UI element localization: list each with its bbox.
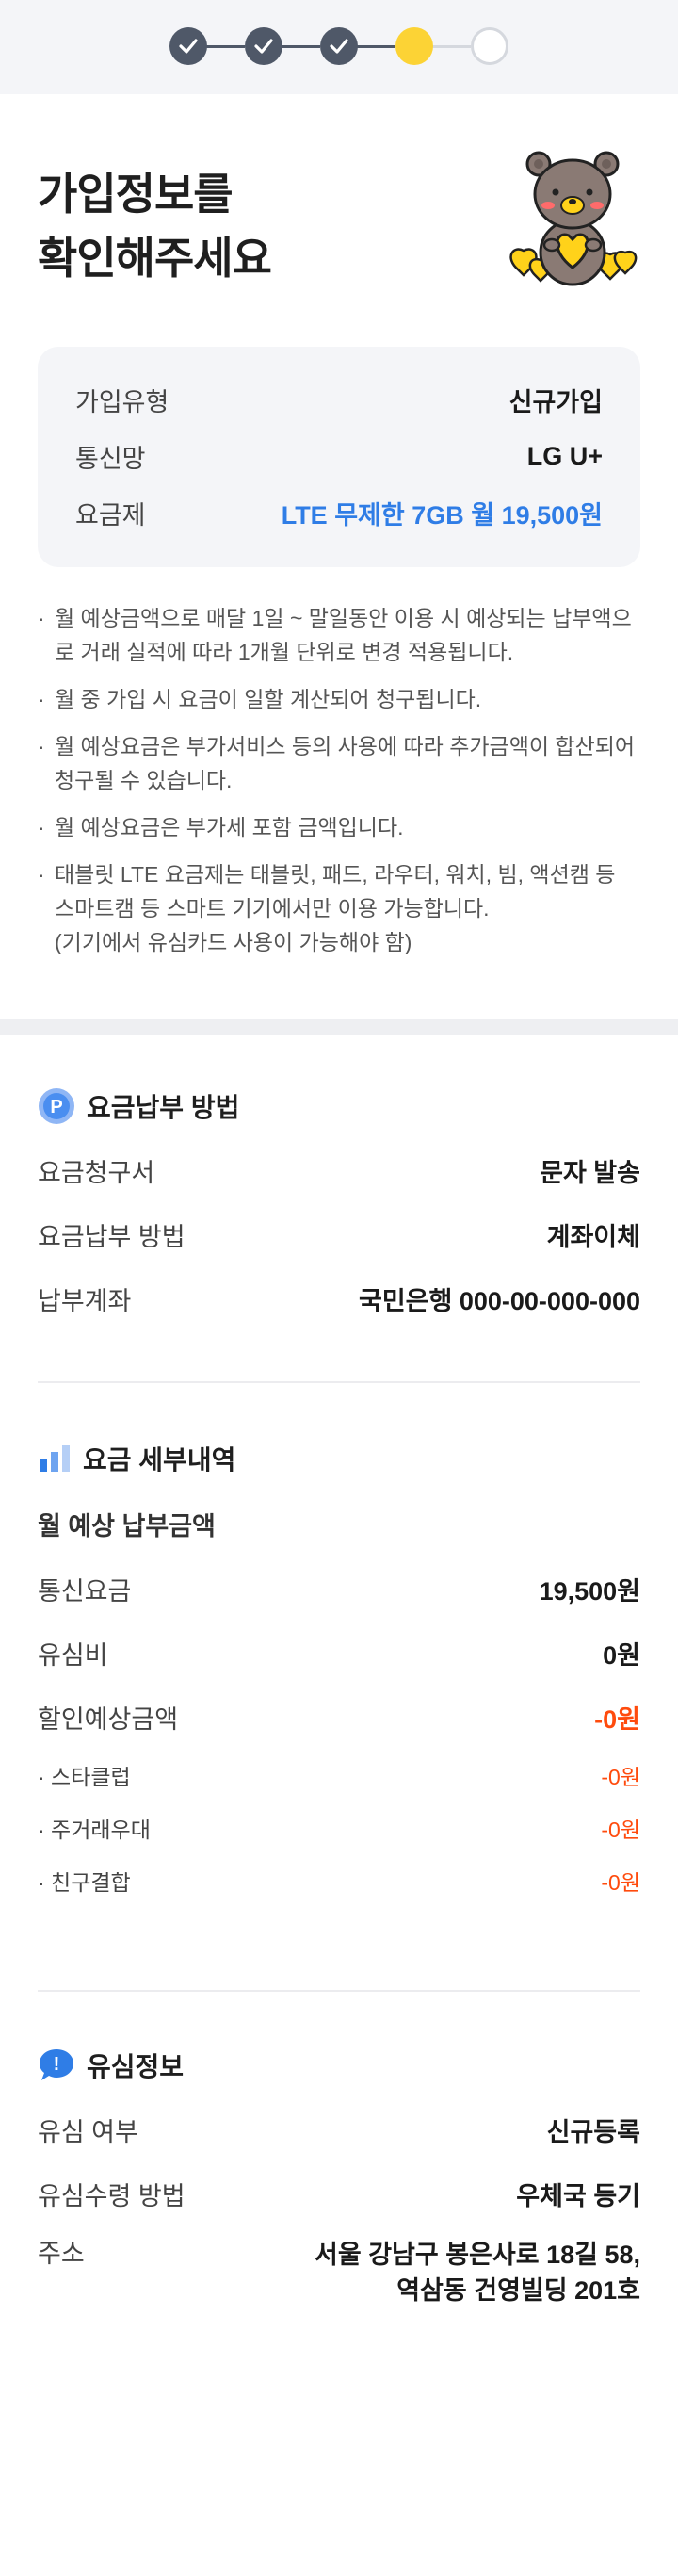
check-icon <box>330 39 348 54</box>
step-connector <box>205 45 245 48</box>
summary-label: 요금제 <box>75 500 146 530</box>
page-title-line2: 확인해주세요 <box>38 234 272 283</box>
summary-row-network: 통신망 LG U+ <box>75 437 603 475</box>
usim-row-address: 주소 서울 강남구 봉은사로 18길 58, 역삼동 건영빌딩 201호 <box>38 2237 640 2308</box>
payment-p-icon: P <box>39 1088 74 1124</box>
page-title: 가입정보를 확인해주세요 <box>38 162 272 290</box>
row-label: 요금청구서 <box>38 1158 155 1187</box>
step-connector <box>281 45 320 48</box>
row-value: 우체국 등기 <box>516 2181 640 2210</box>
address-line1: 서울 강남구 봉은사로 18길 58, <box>315 2241 640 2269</box>
discount-value: -0원 <box>601 1765 640 1789</box>
notice-item: 월 중 가입 시 요금이 일할 계산되어 청구됩니다. <box>38 682 640 716</box>
summary-label: 통신망 <box>75 444 146 473</box>
step-2-complete <box>245 27 282 65</box>
row-label: 유심 여부 <box>38 2117 138 2146</box>
discount-label: · 주거래우대 <box>38 1818 151 1842</box>
check-icon <box>254 39 273 54</box>
summary-label: 가입유형 <box>75 387 170 416</box>
discount-label: · 스타클럽 <box>38 1765 131 1789</box>
signup-summary-card: 가입유형 신규가입 통신망 LG U+ 요금제 LTE 무제한 7GB 월 19… <box>38 347 640 567</box>
section-divider <box>0 1019 678 1035</box>
row-label: 요금납부 방법 <box>38 1222 186 1251</box>
usim-info-section: ! 유심정보 유심 여부 신규등록 유심수령 방법 우체국 등기 주소 서울 강… <box>38 2045 640 2308</box>
row-value: 19,500원 <box>539 1576 640 1606</box>
notice-text: 태블릿 LTE 요금제는 태블릿, 패드, 라우터, 워치, 빔, 액션캠 등 … <box>55 862 616 921</box>
address-line2: 역삼동 건영빌딩 201호 <box>396 2276 640 2305</box>
discount-item-starclub: · 스타클럽 -0원 <box>38 1749 640 1802</box>
notice-list: 월 예상금액으로 매달 1일 ~ 말일동안 이용 시 예상되는 납부액으로 거래… <box>38 601 640 972</box>
discount-total-value: -0원 <box>594 1704 640 1734</box>
notice-item: 월 예상요금은 부가세 포함 금액입니다. <box>38 810 640 844</box>
usim-row-status: 유심 여부 신규등록 <box>38 2097 640 2161</box>
notice-item: 월 예상금액으로 매달 1일 ~ 말일동안 이용 시 예상되는 납부액으로 거래… <box>38 601 640 669</box>
row-value: 신규등록 <box>546 2117 640 2146</box>
row-value: 국민은행 000-00-000-000 <box>358 1286 640 1315</box>
payment-row-bill: 요금청구서 문자 발송 <box>38 1138 640 1202</box>
svg-text:!: ! <box>54 2054 60 2075</box>
page-title-line1: 가입정보를 <box>38 170 234 219</box>
section-title: 유심정보 <box>87 2052 185 2081</box>
speech-bubble-alert-icon: ! <box>40 2049 73 2080</box>
discount-value: -0원 <box>601 1818 640 1842</box>
plan-price-value: LTE 무제한 7GB 월 19,500원 <box>281 500 603 530</box>
payment-row-account: 납부계좌 국민은행 000-00-000-000 <box>38 1266 640 1330</box>
section-header: ! 유심정보 <box>38 2045 640 2086</box>
step-connector <box>431 45 471 48</box>
row-label: 유심비 <box>38 1640 108 1670</box>
divider <box>38 1990 640 1992</box>
step-connector <box>356 45 396 48</box>
step-3-complete <box>320 27 358 65</box>
check-icon <box>179 39 198 54</box>
address-value: 서울 강남구 봉은사로 18길 58, 역삼동 건영빌딩 201호 <box>315 2237 640 2308</box>
discount-value: -0원 <box>601 1870 640 1895</box>
bar-chart-icon <box>40 1445 70 1472</box>
row-label: 유심수령 방법 <box>38 2181 186 2210</box>
row-value: 계좌이체 <box>546 1222 640 1251</box>
summary-value: 신규가입 <box>508 387 603 416</box>
discount-label: · 친구결합 <box>38 1870 131 1895</box>
row-value: 문자 발송 <box>540 1158 640 1187</box>
payment-row-method: 요금납부 방법 계좌이체 <box>38 1202 640 1266</box>
step-1-complete <box>170 27 207 65</box>
fee-row-telecom: 통신요금 19,500원 <box>38 1557 640 1621</box>
row-label: 주소 <box>38 2240 85 2268</box>
fee-row-usim: 유심비 0원 <box>38 1621 640 1685</box>
row-value: 0원 <box>603 1640 640 1670</box>
section-title: 요금 세부내역 <box>83 1445 236 1475</box>
step-5-pending <box>471 27 508 65</box>
summary-row-signup-type: 가입유형 신규가입 <box>75 381 603 418</box>
summary-row-plan: 요금제 LTE 무제한 7GB 월 19,500원 <box>75 494 603 531</box>
notice-item: 월 예상요금은 부가서비스 등의 사용에 따라 추가금액이 합산되어 청구될 수… <box>38 729 640 797</box>
section-header: 요금 세부내역 <box>38 1438 640 1479</box>
bear-holding-hearts-icon <box>509 151 638 286</box>
row-label: 납부계좌 <box>38 1286 132 1315</box>
summary-value: LG U+ <box>526 441 603 470</box>
fee-row-discount: 할인예상금액 -0원 <box>38 1685 640 1749</box>
payment-method-section: P 요금납부 방법 요금청구서 문자 발송 요금납부 방법 계좌이체 납부계좌 … <box>38 1085 640 1330</box>
progress-stepper <box>0 0 678 94</box>
section-title: 요금납부 방법 <box>87 1093 240 1122</box>
svg-text:P: P <box>50 1097 62 1117</box>
divider <box>38 1381 640 1383</box>
usim-row-delivery: 유심수령 방법 우체국 등기 <box>38 2161 640 2225</box>
row-label: 통신요금 <box>38 1576 132 1606</box>
discount-item-friend-bundle: · 친구결합 -0원 <box>38 1854 640 1907</box>
notice-item: 태블릿 LTE 요금제는 태블릿, 패드, 라우터, 워치, 빔, 액션캠 등 … <box>38 857 640 959</box>
fee-details-section: 요금 세부내역 월 예상 납부금액 통신요금 19,500원 유심비 0원 할인… <box>38 1438 640 1907</box>
row-label: 할인예상금액 <box>38 1704 179 1734</box>
discount-item-main-bank: · 주거래우대 -0원 <box>38 1802 640 1854</box>
monthly-estimate-title: 월 예상 납부금액 <box>38 1511 216 1541</box>
step-4-current <box>396 27 433 65</box>
section-header: P 요금납부 방법 <box>38 1085 640 1127</box>
notice-text-sub: (기기에서 유심카드 사용이 가능해야 함) <box>55 930 412 954</box>
